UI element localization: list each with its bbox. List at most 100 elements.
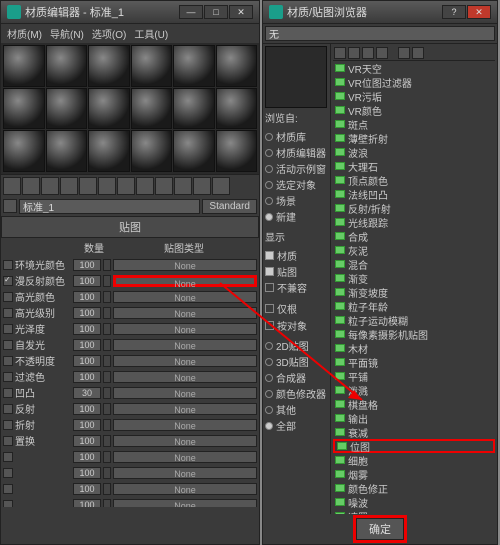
map-enable-checkbox[interactable] [3,388,13,398]
browse-radio[interactable] [265,213,273,221]
map-enable-checkbox[interactable] [3,452,13,462]
browse-radio[interactable] [265,149,273,157]
spinner-icon[interactable] [103,435,111,447]
browse-radio[interactable] [265,181,273,189]
view-icon[interactable] [376,47,388,59]
map-slot-button[interactable]: None [113,483,257,495]
tree-item[interactable]: 顶点颜色 [333,173,495,187]
tool-icon[interactable] [212,177,230,195]
tool-icon[interactable] [117,177,135,195]
material-sample[interactable] [46,130,88,172]
map-enable-checkbox[interactable] [3,468,13,478]
spinner-icon[interactable] [103,371,111,383]
map-enable-checkbox[interactable] [3,420,13,430]
tree-item[interactable]: 泼溅 [333,383,495,397]
view-icon[interactable] [348,47,360,59]
material-sample[interactable] [216,88,258,130]
map-enable-checkbox[interactable] [3,324,13,334]
map-enable-checkbox[interactable] [3,292,13,302]
map-amount[interactable]: 100 [73,323,101,335]
map-enable-checkbox[interactable] [3,276,13,286]
material-sample[interactable] [3,130,45,172]
material-sample[interactable] [88,130,130,172]
tree-item[interactable]: 烟雾 [333,467,495,481]
spinner-icon[interactable] [103,355,111,367]
material-type-button[interactable]: Standard [202,199,257,214]
maximize-button[interactable]: □ [204,5,228,19]
map-amount[interactable]: 100 [73,275,101,287]
menu-options[interactable]: 选项(O) [92,26,126,41]
menu-tools[interactable]: 工具(U) [134,26,168,41]
tree-item[interactable]: 混合 [333,257,495,271]
map-enable-checkbox[interactable] [3,404,13,414]
view-icon[interactable] [398,47,410,59]
browse-radio[interactable] [265,133,273,141]
map-enable-checkbox[interactable] [3,340,13,350]
map-amount[interactable]: 100 [73,451,101,463]
close-button[interactable]: ✕ [229,5,253,19]
tree-item[interactable]: 渐变 [333,271,495,285]
filter-radio[interactable] [265,358,273,366]
help-button[interactable]: ? [442,5,466,19]
tree-item[interactable]: 平面镜 [333,355,495,369]
spinner-icon[interactable] [103,275,111,287]
tree-item[interactable]: VR污垢 [333,89,495,103]
tree-item[interactable]: 遮罩 [333,509,495,514]
tree-item[interactable]: 木材 [333,341,495,355]
material-sample[interactable] [131,45,173,87]
material-sample[interactable] [88,88,130,130]
spinner-icon[interactable] [103,403,111,415]
tree-item[interactable]: VR颜色 [333,103,495,117]
spinner-icon[interactable] [103,259,111,271]
map-amount[interactable]: 100 [73,403,101,415]
material-sample[interactable] [173,45,215,87]
map-slot-button[interactable]: None [113,499,257,507]
tree-item[interactable]: 斑点 [333,117,495,131]
material-sample[interactable] [173,88,215,130]
tool-icon[interactable] [41,177,59,195]
material-sample[interactable] [46,88,88,130]
material-sample[interactable] [3,45,45,87]
spinner-icon[interactable] [103,307,111,319]
map-slot-button[interactable]: None [113,371,257,383]
map-slot-button[interactable]: None [113,339,257,351]
tree-item[interactable]: 衰减 [333,425,495,439]
map-amount[interactable]: 100 [73,339,101,351]
tree-item[interactable]: 光线跟踪 [333,215,495,229]
tree-item[interactable]: 平铺 [333,369,495,383]
map-slot-button[interactable]: None [113,259,257,271]
tree-item[interactable]: 每像素摄影机贴图 [333,327,495,341]
spinner-icon[interactable] [103,339,111,351]
map-slot-button[interactable]: None [113,275,257,287]
tool-icon[interactable] [22,177,40,195]
map-amount[interactable]: 100 [73,467,101,479]
root-only-checkbox[interactable] [265,304,274,313]
tool-icon[interactable] [79,177,97,195]
tree-item[interactable]: 合成 [333,229,495,243]
map-enable-checkbox[interactable] [3,260,13,270]
map-enable-checkbox[interactable] [3,484,13,494]
map-amount[interactable]: 30 [73,387,101,399]
browse-radio[interactable] [265,197,273,205]
material-sample[interactable] [46,45,88,87]
spinner-icon[interactable] [103,499,111,507]
map-enable-checkbox[interactable] [3,308,13,318]
map-amount[interactable]: 100 [73,259,101,271]
tree-item[interactable]: 细胞 [333,453,495,467]
material-name-input[interactable] [19,199,200,214]
maps-rollout-title[interactable]: 贴图 [1,216,259,238]
filter-radio[interactable] [265,374,273,382]
material-sample[interactable] [173,130,215,172]
tool-icon[interactable] [174,177,192,195]
titlebar[interactable]: 材质编辑器 - 标准_1 — □ ✕ [1,1,259,24]
show-checkbox[interactable] [265,283,274,292]
tree-item[interactable]: 反射/折射 [333,201,495,215]
map-slot-button[interactable]: None [113,387,257,399]
filter-radio[interactable] [265,390,273,398]
browse-radio[interactable] [265,165,273,173]
map-slot-button[interactable]: None [113,307,257,319]
map-slot-button[interactable]: None [113,403,257,415]
minimize-button[interactable]: — [179,5,203,19]
spinner-icon[interactable] [103,467,111,479]
titlebar[interactable]: 材质/贴图浏览器 ? ✕ [263,1,497,24]
